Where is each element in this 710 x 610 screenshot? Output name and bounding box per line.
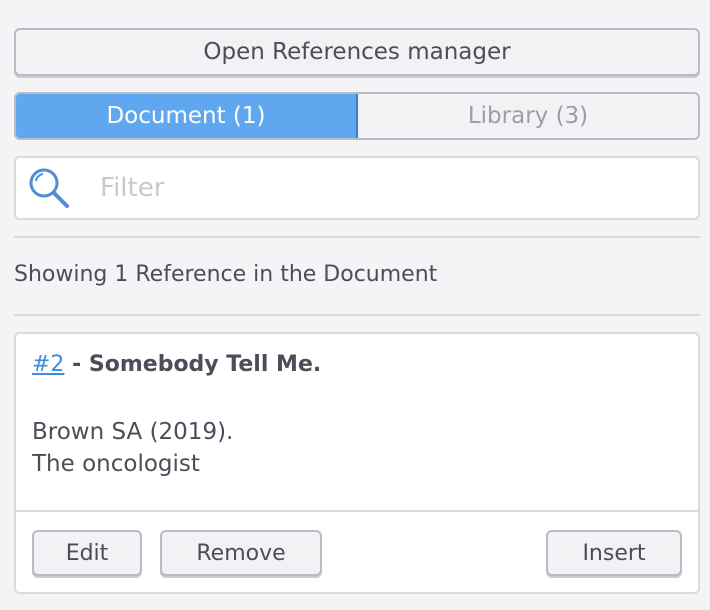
tab-library[interactable]: Library (3) (358, 94, 698, 138)
reference-card: #2 - Somebody Tell Me. Brown SA (2019). … (14, 332, 700, 594)
open-references-manager-button[interactable]: Open References manager (14, 28, 700, 76)
showing-count-text: Showing 1 Reference in the Document (14, 262, 438, 287)
edit-button[interactable]: Edit (32, 530, 142, 576)
references-panel: Open References manager Document (1) Lib… (14, 28, 700, 594)
insert-button[interactable]: Insert (546, 530, 682, 576)
divider (14, 314, 700, 316)
reference-authors-year: Brown SA (2019). (32, 419, 234, 445)
card-divider (16, 510, 698, 512)
search-icon (26, 158, 82, 218)
tab-document[interactable]: Document (1) (16, 94, 358, 138)
tab-bar: Document (1) Library (3) (14, 92, 700, 140)
reference-journal: The oncologist (32, 451, 200, 477)
filter-box (14, 156, 700, 220)
reference-meta: Brown SA (2019). The oncologist (32, 416, 233, 480)
reference-number-link[interactable]: #2 (32, 352, 64, 377)
filter-input[interactable] (100, 173, 698, 203)
divider (14, 236, 700, 238)
reference-title-text: - Somebody Tell Me. (64, 352, 322, 377)
reference-title: #2 - Somebody Tell Me. (32, 352, 321, 377)
remove-button[interactable]: Remove (160, 530, 322, 576)
